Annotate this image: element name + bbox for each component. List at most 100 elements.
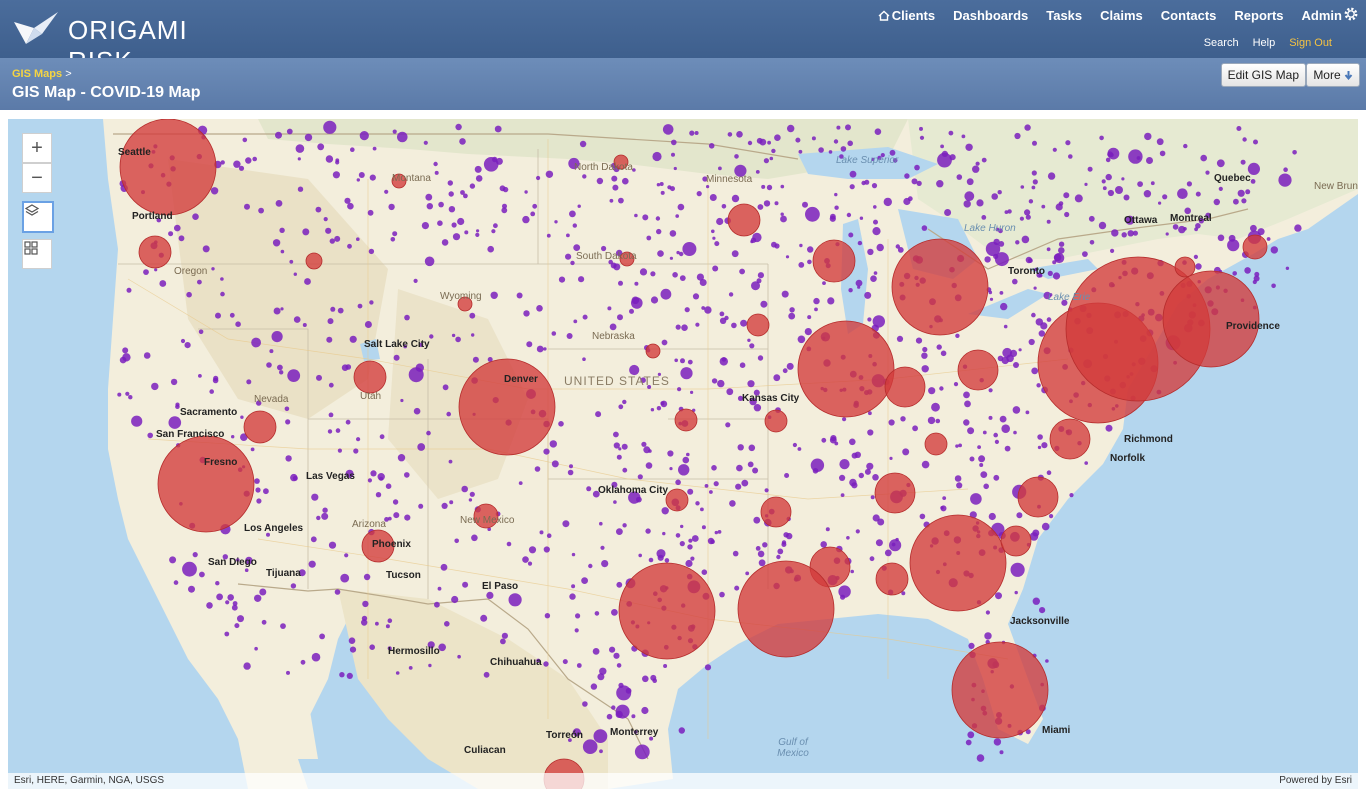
case-dot[interactable] [562,520,570,528]
case-dot[interactable] [347,202,354,210]
case-dot[interactable] [780,215,787,223]
case-dot[interactable] [639,268,648,276]
case-dot[interactable] [358,172,365,178]
case-dot[interactable] [968,642,975,650]
case-dot[interactable] [956,174,963,180]
case-dot[interactable] [642,675,649,683]
case-dot[interactable] [848,288,853,293]
case-dot[interactable] [679,541,685,547]
case-dot[interactable] [963,391,970,399]
case-dot[interactable] [335,428,341,433]
case-dot[interactable] [660,190,665,195]
case-dot[interactable] [736,131,743,138]
case-dot[interactable] [1025,256,1033,264]
case-dot[interactable] [717,379,725,388]
case-dot[interactable] [1278,173,1292,187]
case-dot[interactable] [483,671,490,678]
case-dot[interactable] [330,306,336,312]
case-dot[interactable] [611,175,618,182]
case-dot[interactable] [725,422,731,428]
case-dot[interactable] [967,731,975,739]
case-dot[interactable] [437,586,442,591]
case-dot[interactable] [168,231,174,237]
case-dot[interactable] [845,124,851,131]
case-dot[interactable] [1012,406,1021,414]
case-dot[interactable] [1020,185,1025,189]
case-dot[interactable] [970,493,982,505]
case-dot[interactable] [143,269,149,275]
case-dot[interactable] [613,263,621,271]
case-dot[interactable] [311,493,319,501]
case-dot[interactable] [771,148,776,154]
case-dot[interactable] [290,583,297,589]
case-dot[interactable] [494,125,502,133]
case-dot[interactable] [501,207,508,214]
case-dot[interactable] [1115,186,1123,194]
case-dot[interactable] [921,352,928,359]
hotspot-circle[interactable] [618,562,716,660]
case-dot[interactable] [280,249,285,254]
case-dot[interactable] [122,347,129,354]
case-dot[interactable] [212,377,219,384]
case-dot[interactable] [656,406,662,411]
case-dot[interactable] [675,479,681,486]
hotspot-circle[interactable] [891,238,989,336]
case-dot[interactable] [728,292,734,297]
case-dot[interactable] [1088,215,1095,222]
case-dot[interactable] [451,333,456,338]
hotspot-circle[interactable] [674,408,698,432]
case-dot[interactable] [850,569,854,574]
case-dot[interactable] [1285,266,1290,270]
case-dot[interactable] [944,209,952,216]
case-dot[interactable] [994,252,1009,267]
case-dot[interactable] [687,359,693,365]
case-dot[interactable] [1054,252,1065,264]
case-dot[interactable] [745,571,750,576]
case-dot[interactable] [804,328,812,336]
case-dot[interactable] [231,435,235,439]
case-dot[interactable] [753,404,762,412]
case-dot[interactable] [700,507,704,512]
case-dot[interactable] [433,161,438,167]
hotspot-circle[interactable] [727,203,761,237]
case-dot[interactable] [774,134,781,141]
case-dot[interactable] [596,177,604,185]
case-dot[interactable] [1031,170,1037,176]
case-dot[interactable] [551,331,557,336]
case-dot[interactable] [955,444,959,448]
case-dot[interactable] [877,518,885,526]
case-dot[interactable] [755,546,761,551]
case-dot[interactable] [788,312,796,320]
hotspot-circle[interactable] [665,488,689,512]
case-dot[interactable] [634,213,638,218]
case-dot[interactable] [784,473,790,478]
case-dot[interactable] [776,554,781,560]
case-dot[interactable] [773,374,781,382]
case-dot[interactable] [1250,179,1256,184]
hotspot-circle[interactable] [1242,234,1268,260]
case-dot[interactable] [369,174,376,181]
case-dot[interactable] [921,460,930,469]
case-dot[interactable] [599,749,603,754]
case-dot[interactable] [250,447,255,452]
case-dot[interactable] [830,435,837,442]
case-dot[interactable] [867,248,874,256]
case-dot[interactable] [290,473,298,482]
case-dot[interactable] [869,556,875,562]
case-dot[interactable] [577,204,581,208]
case-dot[interactable] [327,429,333,434]
case-dot[interactable] [246,379,252,385]
case-dot[interactable] [328,382,334,388]
case-dot[interactable] [739,268,745,275]
case-dot[interactable] [362,600,369,608]
case-dot[interactable] [323,120,337,134]
case-dot[interactable] [1046,470,1052,476]
case-dot[interactable] [1014,132,1021,140]
case-dot[interactable] [643,446,651,454]
case-dot[interactable] [616,663,622,668]
case-dot[interactable] [1111,229,1119,237]
case-dot[interactable] [988,415,993,420]
case-dot[interactable] [277,364,283,371]
nav-claims[interactable]: Claims [1100,8,1143,23]
case-dot[interactable] [143,352,151,359]
